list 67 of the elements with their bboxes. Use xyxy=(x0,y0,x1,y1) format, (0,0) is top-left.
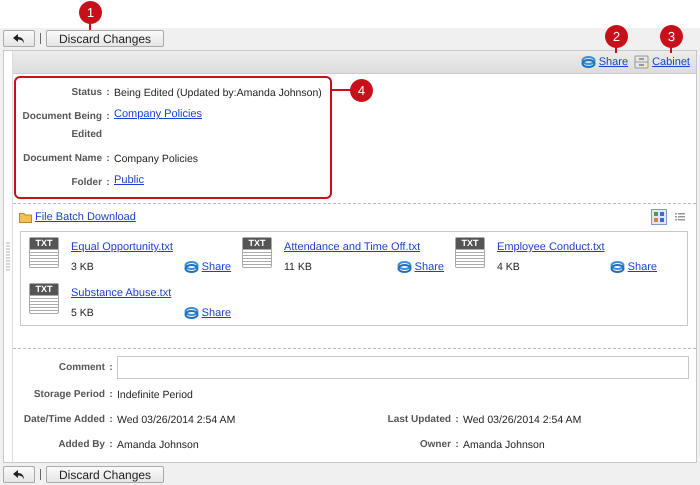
field-label: Added By xyxy=(57,438,105,452)
file-size: 11 KB xyxy=(284,260,312,275)
field-label: Document Name xyxy=(22,152,102,166)
field-value: Company Policies xyxy=(114,152,198,167)
file-link[interactable]: Equal Opportunity.txt xyxy=(71,241,231,253)
field-value: Being Edited (Updated by:Amanda Johnson) xyxy=(114,86,322,101)
share-link[interactable]: Share xyxy=(184,304,231,322)
folder-icon xyxy=(19,212,32,222)
label-colon: : xyxy=(108,360,114,374)
text-file-icon: TXT xyxy=(29,237,59,268)
label-colon: : xyxy=(454,413,460,427)
value-link[interactable]: Public xyxy=(114,174,144,186)
share-link[interactable]: Share xyxy=(580,56,628,68)
thumbnail-view-button[interactable] xyxy=(651,209,667,225)
field-value: Indefinite Period xyxy=(117,388,193,403)
back-arrow-icon xyxy=(13,470,25,480)
value-link[interactable]: Company Policies xyxy=(114,108,202,120)
field-label: Date/Time Added xyxy=(22,413,105,427)
share-icon xyxy=(580,56,596,68)
label-colon: : xyxy=(108,438,114,452)
discard-changes-button[interactable]: Discard Changes xyxy=(46,466,164,483)
callout-number: 1 xyxy=(79,1,102,24)
share-icon xyxy=(396,261,412,273)
field-value: Wed 03/26/2014 2:54 AM xyxy=(117,413,236,428)
grid-view-icon xyxy=(654,212,664,222)
file-batch-download-link[interactable]: File Batch Download xyxy=(19,211,136,223)
label-colon: : xyxy=(108,388,114,402)
share-link[interactable]: Share xyxy=(396,258,444,276)
label-colon: : xyxy=(105,86,111,100)
field-label: Document Being Edited xyxy=(22,110,102,142)
field-label: Last Updated xyxy=(386,413,451,427)
file-size: 4 KB xyxy=(497,260,520,275)
label-colon: : xyxy=(105,152,111,166)
back-arrow-icon xyxy=(13,34,25,44)
share-link[interactable]: Share xyxy=(610,258,657,276)
discard-changes-button[interactable]: Discard Changes xyxy=(46,30,164,47)
share-icon xyxy=(610,261,625,273)
comment-field[interactable] xyxy=(117,356,689,379)
file-link[interactable]: Employee Conduct.txt xyxy=(497,241,657,253)
field-label: Storage Period xyxy=(32,388,105,402)
back-button[interactable] xyxy=(3,30,35,47)
share-link[interactable]: Share xyxy=(184,258,231,276)
field-value: Amanda Johnson xyxy=(117,438,199,453)
field-value: Amanda Johnson xyxy=(463,438,545,453)
file-size: 3 KB xyxy=(71,260,94,275)
cabinet-link[interactable]: Cabinet xyxy=(634,55,690,69)
label-colon: : xyxy=(454,438,460,452)
field-label: Status xyxy=(70,86,102,100)
label-colon: : xyxy=(105,110,111,124)
field-label: Comment xyxy=(58,360,105,374)
label-colon: : xyxy=(105,176,111,190)
text-file-icon: TXT xyxy=(29,283,59,314)
text-file-icon: TXT xyxy=(455,237,485,268)
back-button[interactable] xyxy=(3,466,35,483)
grip-handle-icon[interactable] xyxy=(6,242,10,272)
file-link[interactable]: Attendance and Time Off.txt xyxy=(284,241,444,253)
field-label: Owner xyxy=(418,438,451,452)
share-icon xyxy=(184,307,199,319)
field-value: Wed 03/26/2014 2:54 AM xyxy=(463,413,582,428)
field-label: Folder xyxy=(70,176,102,190)
label-colon: : xyxy=(108,413,114,427)
file-link[interactable]: Substance Abuse.txt xyxy=(71,287,231,299)
list-view-icon xyxy=(675,212,685,222)
file-size: 5 KB xyxy=(71,306,94,321)
text-file-icon: TXT xyxy=(242,237,272,268)
cabinet-icon xyxy=(634,55,650,69)
share-icon xyxy=(184,261,199,273)
